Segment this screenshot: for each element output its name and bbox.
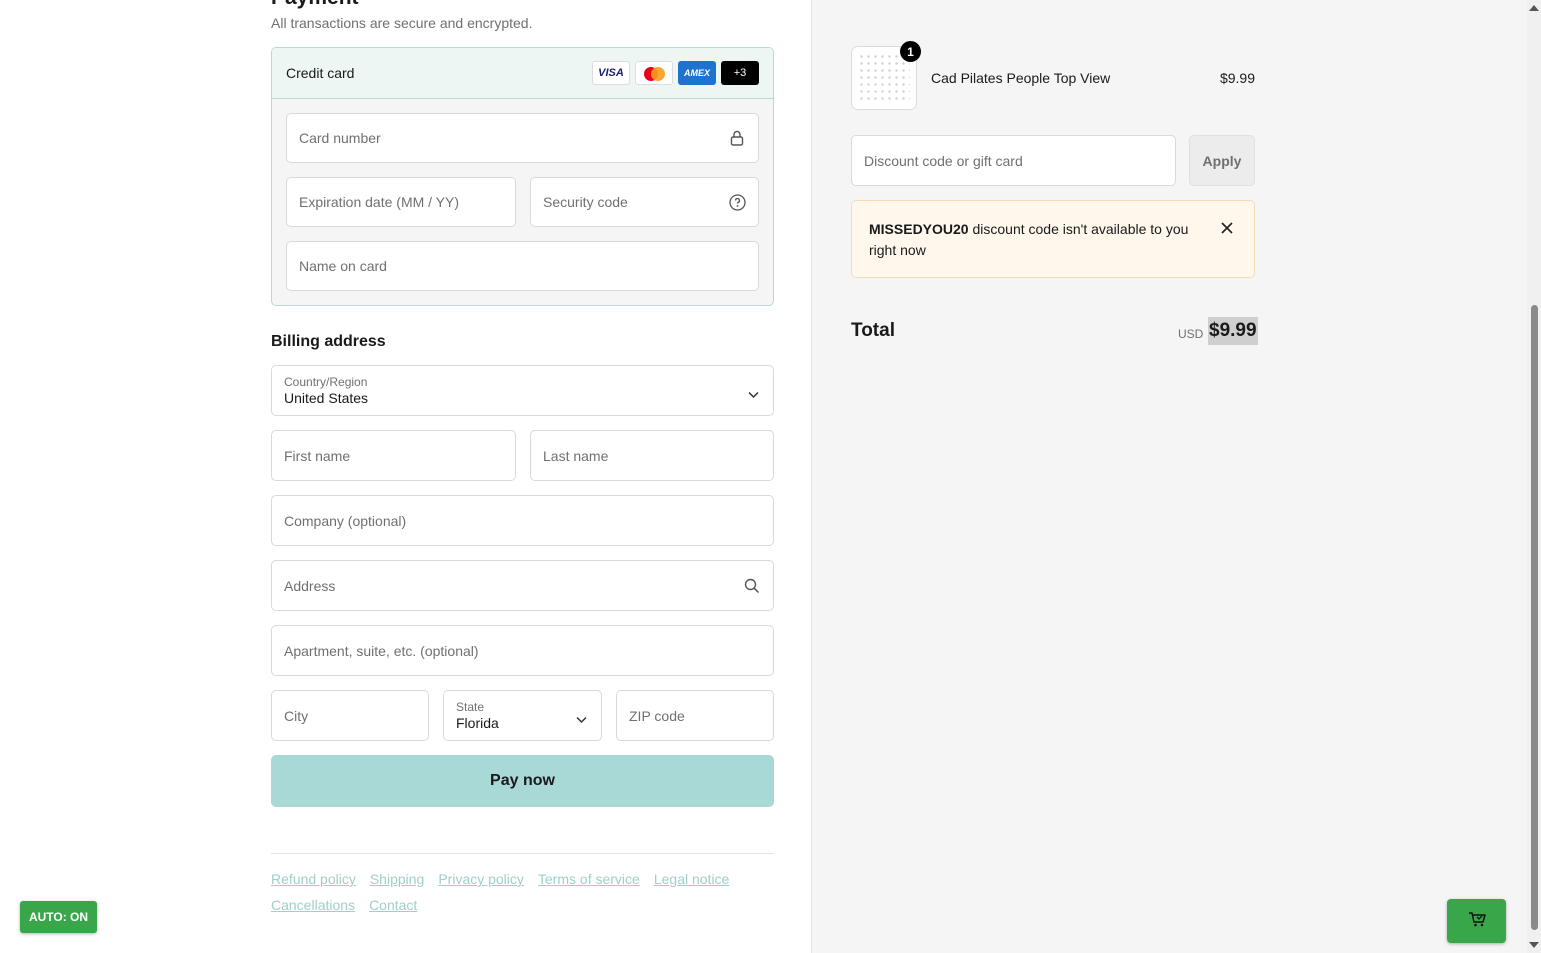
payment-heading: Payment [271, 0, 359, 10]
auto-toggle-button[interactable]: AUTO: ON [20, 901, 97, 933]
billing-address-title: Billing address [271, 333, 386, 350]
card-number-placeholder: Card number [299, 130, 381, 146]
expiration-date-field[interactable]: Expiration date (MM / YY) [286, 177, 516, 227]
total-label: Total [851, 320, 895, 341]
credit-card-header[interactable]: Credit card VISA AMEX +3 [272, 48, 773, 99]
footer-links: Refund policy Shipping Privacy policy Te… [271, 870, 774, 914]
address-placeholder: Address [284, 577, 336, 594]
address-field[interactable]: Address [271, 560, 774, 611]
refund-policy-link[interactable]: Refund policy [271, 870, 356, 888]
discount-code-input[interactable]: Discount code or gift card [851, 135, 1176, 186]
state-label: State [456, 699, 485, 714]
amex-icon: AMEX [678, 61, 716, 85]
city-placeholder: City [284, 707, 309, 724]
pay-now-button[interactable]: Pay now [271, 755, 774, 807]
apply-discount-button[interactable]: Apply [1189, 135, 1255, 186]
company-placeholder: Company (optional) [284, 512, 407, 529]
expiration-placeholder: Expiration date (MM / YY) [299, 194, 460, 210]
visa-icon: VISA [592, 61, 630, 85]
country-select[interactable]: Country/Region United States [271, 365, 774, 416]
footer-divider [271, 853, 774, 854]
contact-link[interactable]: Contact [369, 896, 417, 914]
legal-notice-link[interactable]: Legal notice [654, 870, 730, 888]
notice-code: MISSEDYOU20 [869, 221, 969, 237]
mastercard-icon [635, 61, 673, 85]
cancellations-link[interactable]: Cancellations [271, 896, 355, 914]
discount-placeholder: Discount code or gift card [864, 152, 1023, 169]
product-price: $9.99 [1219, 70, 1255, 86]
lock-icon [728, 129, 746, 147]
product-name: Cad Pilates People Top View [931, 70, 1111, 86]
company-field[interactable]: Company (optional) [271, 495, 774, 546]
cart-icon [1468, 911, 1486, 932]
more-brands-badge: +3 [721, 61, 759, 85]
terms-of-service-link[interactable]: Terms of service [538, 870, 640, 888]
first-name-placeholder: First name [284, 447, 351, 464]
name-on-card-placeholder: Name on card [299, 258, 387, 274]
country-value: United States [284, 389, 369, 406]
total-value: $9.99 [1208, 317, 1258, 345]
scroll-down-icon[interactable] [1529, 942, 1539, 948]
scrollbar-thumb[interactable] [1531, 305, 1538, 930]
last-name-placeholder: Last name [543, 447, 609, 464]
search-icon [743, 577, 761, 595]
name-on-card-field[interactable]: Name on card [286, 241, 759, 291]
city-field[interactable]: City [271, 690, 429, 741]
chevron-down-icon [576, 711, 587, 727]
chevron-down-icon [748, 386, 759, 402]
state-value: Florida [456, 714, 499, 731]
zip-code-field[interactable]: ZIP code [616, 690, 774, 741]
scroll-up-icon[interactable] [1529, 5, 1539, 11]
total-currency: USD [1178, 327, 1204, 341]
card-number-field[interactable]: Card number [286, 113, 759, 163]
state-select[interactable]: State Florida [443, 690, 602, 741]
payment-subtext: All transactions are secure and encrypte… [271, 15, 533, 31]
first-name-field[interactable]: First name [271, 430, 516, 481]
quantity-badge: 1 [900, 41, 921, 62]
discount-error-notice: MISSEDYOU20 discount code isn't availabl… [851, 200, 1255, 278]
security-code-placeholder: Security code [543, 194, 628, 210]
privacy-policy-link[interactable]: Privacy policy [438, 870, 524, 888]
apartment-placeholder: Apartment, suite, etc. (optional) [284, 642, 479, 659]
last-name-field[interactable]: Last name [530, 430, 774, 481]
apartment-field[interactable]: Apartment, suite, etc. (optional) [271, 625, 774, 676]
cart-button[interactable] [1447, 899, 1506, 943]
help-icon[interactable] [728, 193, 746, 211]
zip-code-placeholder: ZIP code [629, 707, 685, 724]
country-label: Country/Region [284, 374, 368, 389]
page-scrollbar[interactable] [1527, 0, 1541, 953]
security-code-field[interactable]: Security code [530, 177, 759, 227]
shipping-link[interactable]: Shipping [370, 870, 425, 888]
credit-card-title: Credit card [286, 65, 355, 81]
close-icon[interactable] [1220, 220, 1234, 234]
